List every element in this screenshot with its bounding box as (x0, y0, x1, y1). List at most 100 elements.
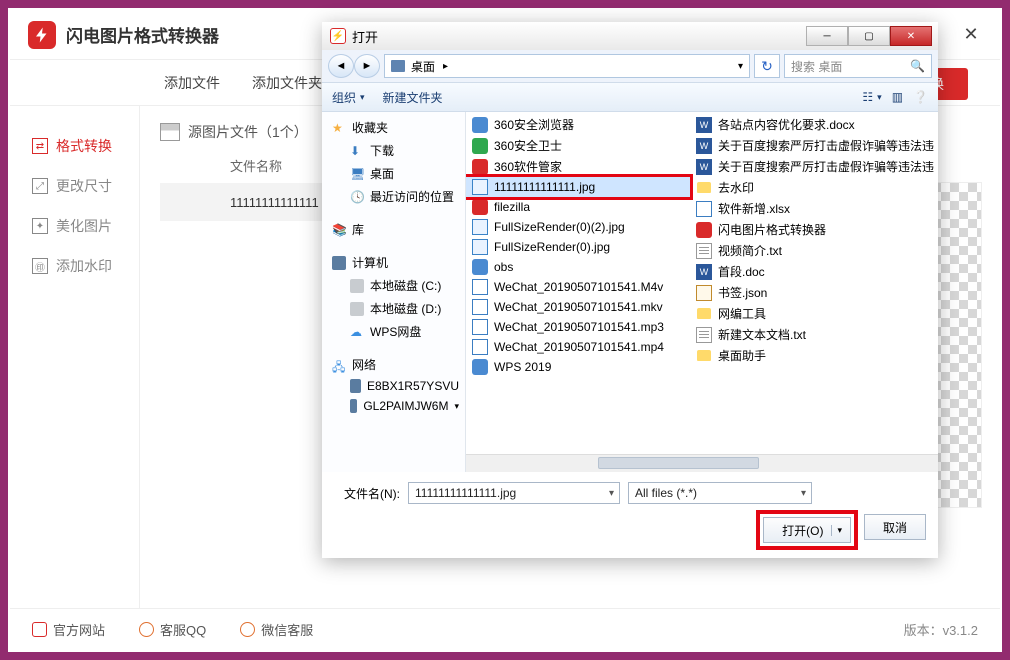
file-item[interactable]: 软件新增.xlsx (690, 198, 938, 219)
file-item[interactable]: 书签.json (690, 282, 938, 303)
cloud-icon: ☁ (350, 325, 364, 339)
sidebar-beautify[interactable]: ✦美化图片 (10, 206, 139, 246)
wechat-icon (240, 622, 255, 637)
file-item[interactable]: 360软件管家 (466, 156, 690, 177)
file-item[interactable]: filezilla (466, 197, 690, 217)
sidebar-format-convert[interactable]: ⇄格式转换 (10, 126, 139, 166)
nav-forward-button[interactable]: ► (354, 54, 380, 78)
dialog-maximize-button[interactable]: ▢ (848, 26, 890, 46)
file-column-1: 360安全浏览器360安全卫士360软件管家11111111111111.jpg… (466, 112, 690, 454)
site-icon (32, 622, 47, 637)
dialog-close-button[interactable]: ✕ (890, 26, 932, 46)
add-file-button[interactable]: 添加文件 (164, 73, 220, 93)
file-item[interactable]: WeChat_20190507101541.M4v (466, 277, 690, 297)
cancel-button[interactable]: 取消 (864, 514, 926, 540)
search-field[interactable]: 搜索 桌面 🔍 (784, 54, 932, 78)
file-item[interactable]: W首段.doc (690, 261, 938, 282)
file-item[interactable]: 360安全浏览器 (466, 114, 690, 135)
tree-wps-cloud[interactable]: ☁WPS网盘 (324, 320, 463, 343)
pc-icon (350, 399, 357, 413)
official-site-link[interactable]: 官方网站 (32, 620, 105, 639)
tree-desktop[interactable]: 🖥桌面 (324, 162, 463, 185)
file-item[interactable]: WPS 2019 (466, 357, 690, 377)
help-button[interactable]: ❔ (913, 90, 928, 104)
filename-label: 文件名(N): (344, 485, 400, 502)
watermark-icon: ㊞ (32, 258, 48, 274)
file-item[interactable]: 桌面助手 (690, 345, 938, 366)
drive-icon (350, 279, 364, 293)
add-folder-button[interactable]: 添加文件夹 (252, 73, 322, 93)
computer-icon (332, 256, 346, 270)
file-item[interactable]: 新建文本文档.txt (690, 324, 938, 345)
tree-libraries[interactable]: 📚库 (324, 218, 463, 241)
wechat-support-link[interactable]: 微信客服 (240, 620, 313, 639)
file-item[interactable]: 360安全卫士 (466, 135, 690, 156)
close-button[interactable]: ✕ (960, 24, 982, 46)
file-item[interactable]: WeChat_20190507101541.mp4 (466, 337, 690, 357)
sidebar-watermark[interactable]: ㊞添加水印 (10, 246, 139, 286)
filter-combo[interactable]: All files (*.*) (628, 482, 812, 504)
view-mode-button[interactable]: ☷ ▾ (862, 90, 881, 104)
dialog-titlebar: 打开 ─ ▢ ✕ (322, 22, 938, 50)
file-list: 360安全浏览器360安全卫士360软件管家11111111111111.jpg… (466, 112, 938, 454)
desktop-icon (391, 60, 405, 72)
sidebar-resize[interactable]: ⤢更改尺寸 (10, 166, 139, 206)
file-item[interactable]: 闪电图片格式转换器 (690, 219, 938, 240)
library-icon: 📚 (332, 223, 346, 237)
filename-combo[interactable]: 11111111111111.jpg (408, 482, 620, 504)
network-icon: 🖧 (332, 358, 346, 372)
dialog-app-icon (330, 28, 346, 44)
dialog-toolbar: 组织▾ 新建文件夹 ☷ ▾ ▥ ❔ (322, 82, 938, 112)
tree-computer[interactable]: 计算机 (324, 251, 463, 274)
app-logo-icon (28, 21, 56, 49)
file-item[interactable]: WeChat_20190507101541.mkv (466, 297, 690, 317)
tree-network[interactable]: 🖧网络 (324, 353, 463, 376)
dialog-minimize-button[interactable]: ─ (806, 26, 848, 46)
refresh-button[interactable]: ↻ (754, 54, 780, 78)
file-item[interactable]: 去水印 (690, 177, 938, 198)
footer-bar: 官方网站 客服QQ 微信客服 版本：v3.1.2 (10, 608, 1000, 650)
file-column-2: W各站点内容优化要求.docxW关于百度搜索严厉打击虚假诈骗等违法违W关于百度搜… (690, 112, 938, 454)
file-item[interactable]: WeChat_20190507101541.mp3 (466, 317, 690, 337)
format-convert-icon: ⇄ (32, 138, 48, 154)
horizontal-scrollbar[interactable] (466, 454, 938, 472)
new-folder-button[interactable]: 新建文件夹 (383, 89, 443, 106)
preview-pane-button[interactable]: ▥ (892, 90, 903, 104)
file-item[interactable]: obs (466, 257, 690, 277)
file-item[interactable]: W各站点内容优化要求.docx (690, 114, 938, 135)
beautify-icon: ✦ (32, 218, 48, 234)
file-item[interactable]: 11111111111111.jpg (466, 177, 690, 197)
image-icon (160, 123, 180, 141)
organize-menu[interactable]: 组织▾ (332, 89, 365, 106)
file-item[interactable]: W关于百度搜索严厉打击虚假诈骗等违法违 (690, 156, 938, 177)
tree-drive-c[interactable]: 本地磁盘 (C:) (324, 274, 463, 297)
qq-support-link[interactable]: 客服QQ (139, 620, 206, 639)
open-button-highlight: 打开(O)▾ (760, 514, 854, 546)
file-item[interactable]: FullSizeRender(0)(2).jpg (466, 217, 690, 237)
main-sidebar: ⇄格式转换⤢更改尺寸✦美化图片㊞添加水印 (10, 106, 140, 608)
pc-icon (350, 379, 361, 393)
resize-icon: ⤢ (32, 178, 48, 194)
star-icon: ★ (332, 121, 346, 135)
dialog-body: ★收藏夹 ⬇下载 🖥桌面 🕓最近访问的位置 📚库 计算机 本地磁盘 (C:) 本… (322, 112, 938, 472)
file-item[interactable]: W关于百度搜索严厉打击虚假诈骗等违法违 (690, 135, 938, 156)
chevron-right-icon: ▸ (443, 61, 448, 72)
path-field[interactable]: 桌面 ▸ ▾ (384, 54, 750, 78)
tree-favorites[interactable]: ★收藏夹 (324, 116, 463, 139)
file-item[interactable]: FullSizeRender(0).jpg (466, 237, 690, 257)
dialog-title: 打开 (352, 27, 378, 46)
tree-downloads[interactable]: ⬇下载 (324, 139, 463, 162)
tree-net1[interactable]: E8BX1R57YSVU (324, 376, 463, 396)
chevron-down-icon[interactable]: ▾ (738, 61, 743, 72)
nav-back-button[interactable]: ◄ (328, 54, 354, 78)
drive-icon (350, 302, 364, 316)
file-item[interactable]: 网编工具 (690, 303, 938, 324)
tree-net2[interactable]: GL2PAIMJW6M▾ (324, 396, 463, 416)
file-item[interactable]: 视频简介.txt (690, 240, 938, 261)
nav-tree: ★收藏夹 ⬇下载 🖥桌面 🕓最近访问的位置 📚库 计算机 本地磁盘 (C:) 本… (322, 112, 466, 472)
tree-drive-d[interactable]: 本地磁盘 (D:) (324, 297, 463, 320)
open-button[interactable]: 打开(O)▾ (763, 517, 851, 543)
recent-icon: 🕓 (350, 190, 364, 204)
tree-recent[interactable]: 🕓最近访问的位置 (324, 185, 463, 208)
app-title: 闪电图片格式转换器 (66, 22, 219, 47)
